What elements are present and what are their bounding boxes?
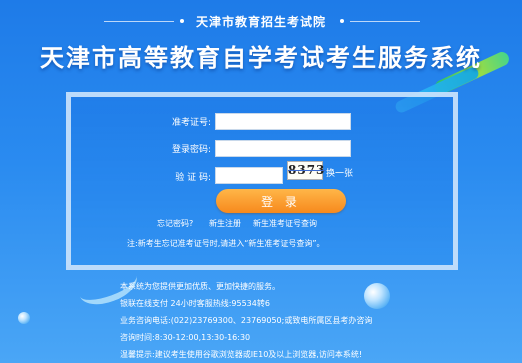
- password-input[interactable]: [215, 140, 351, 157]
- organization-name: 天津市教育招生考试院: [195, 15, 326, 29]
- info-service-text: 本系统为您提供更加优质、更加快捷的服务。: [120, 282, 280, 291]
- captcha-label: 验 证 码:: [175, 173, 211, 183]
- info-tip-text: 温馨提示:建议考生使用谷歌浏览器或IE10及以上浏览器,访问本系统!: [120, 350, 363, 359]
- page-title: 天津市高等教育自学考试考生服务系统: [40, 44, 482, 72]
- exam-id-label: 准考证号:: [171, 118, 211, 128]
- captcha-input[interactable]: [215, 167, 283, 184]
- refresh-captcha-link[interactable]: 换一张: [326, 166, 353, 179]
- info-hotline-text: 银联在线支付 24小时客服热线:95534转6: [120, 299, 270, 308]
- login-button[interactable]: 登 录: [216, 189, 346, 213]
- info-phone-text: 业务咨询电话:(022)23769300、23769050;或致电所属区县考办咨…: [120, 316, 373, 325]
- register-link[interactable]: 新生注册: [209, 218, 241, 229]
- captcha-image[interactable]: 8373: [287, 161, 324, 180]
- password-label: 登录密码:: [171, 145, 211, 155]
- query-exam-id-link[interactable]: 新生准考证号查询: [253, 218, 317, 229]
- forgot-password-link[interactable]: 忘记密码?: [157, 218, 193, 229]
- login-note: 注:新考生忘记准考证号时,请进入“新生准考证号查询”。: [127, 239, 325, 248]
- decorative-bubble-small: [18, 312, 30, 324]
- info-hours-text: 咨询时间:8:30-12:00,13:30-16:30: [120, 333, 251, 342]
- exam-id-input[interactable]: [215, 113, 351, 130]
- decorative-bubble: [364, 283, 390, 309]
